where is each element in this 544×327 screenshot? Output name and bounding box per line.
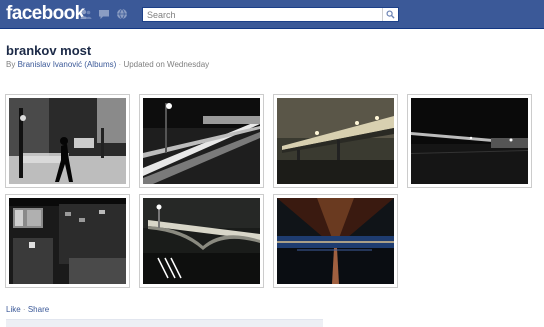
byline-prefix: By <box>6 60 16 69</box>
album-byline: By Branislav Ivanović (Albums) · Updated… <box>6 60 209 69</box>
search-input[interactable] <box>143 8 379 21</box>
top-navigation-bar: facebook <box>0 0 544 29</box>
search-icon <box>386 10 395 19</box>
search-box <box>142 7 399 22</box>
photo-bridge-dark[interactable] <box>407 94 532 188</box>
photo-bridge-night[interactable] <box>139 194 264 288</box>
photo-bridge-lights[interactable] <box>273 94 398 188</box>
actions-separator: · <box>22 305 26 314</box>
owner-link[interactable]: Branislav Ivanović <box>18 60 82 69</box>
updated-text: Updated on Wednesday <box>123 60 210 69</box>
album-title: brankov most <box>6 43 92 58</box>
photo-under-bridge[interactable] <box>273 194 398 288</box>
friend-requests-icon[interactable] <box>80 8 92 20</box>
share-link[interactable]: Share <box>28 305 49 314</box>
facebook-logo[interactable]: facebook <box>6 3 85 25</box>
notifications-globe-icon[interactable] <box>116 8 128 20</box>
like-link[interactable]: Like <box>6 305 21 314</box>
comment-box[interactable] <box>6 319 323 327</box>
byline-separator: · <box>118 60 122 69</box>
search-button[interactable] <box>382 8 398 21</box>
photo-night-street[interactable] <box>5 94 130 188</box>
photo-window-reflection[interactable] <box>5 194 130 288</box>
photo-light-trails[interactable] <box>139 94 264 188</box>
messages-icon[interactable] <box>98 8 110 20</box>
photo-actions: Like · Share <box>6 305 49 314</box>
albums-link[interactable]: (Albums) <box>84 60 116 69</box>
